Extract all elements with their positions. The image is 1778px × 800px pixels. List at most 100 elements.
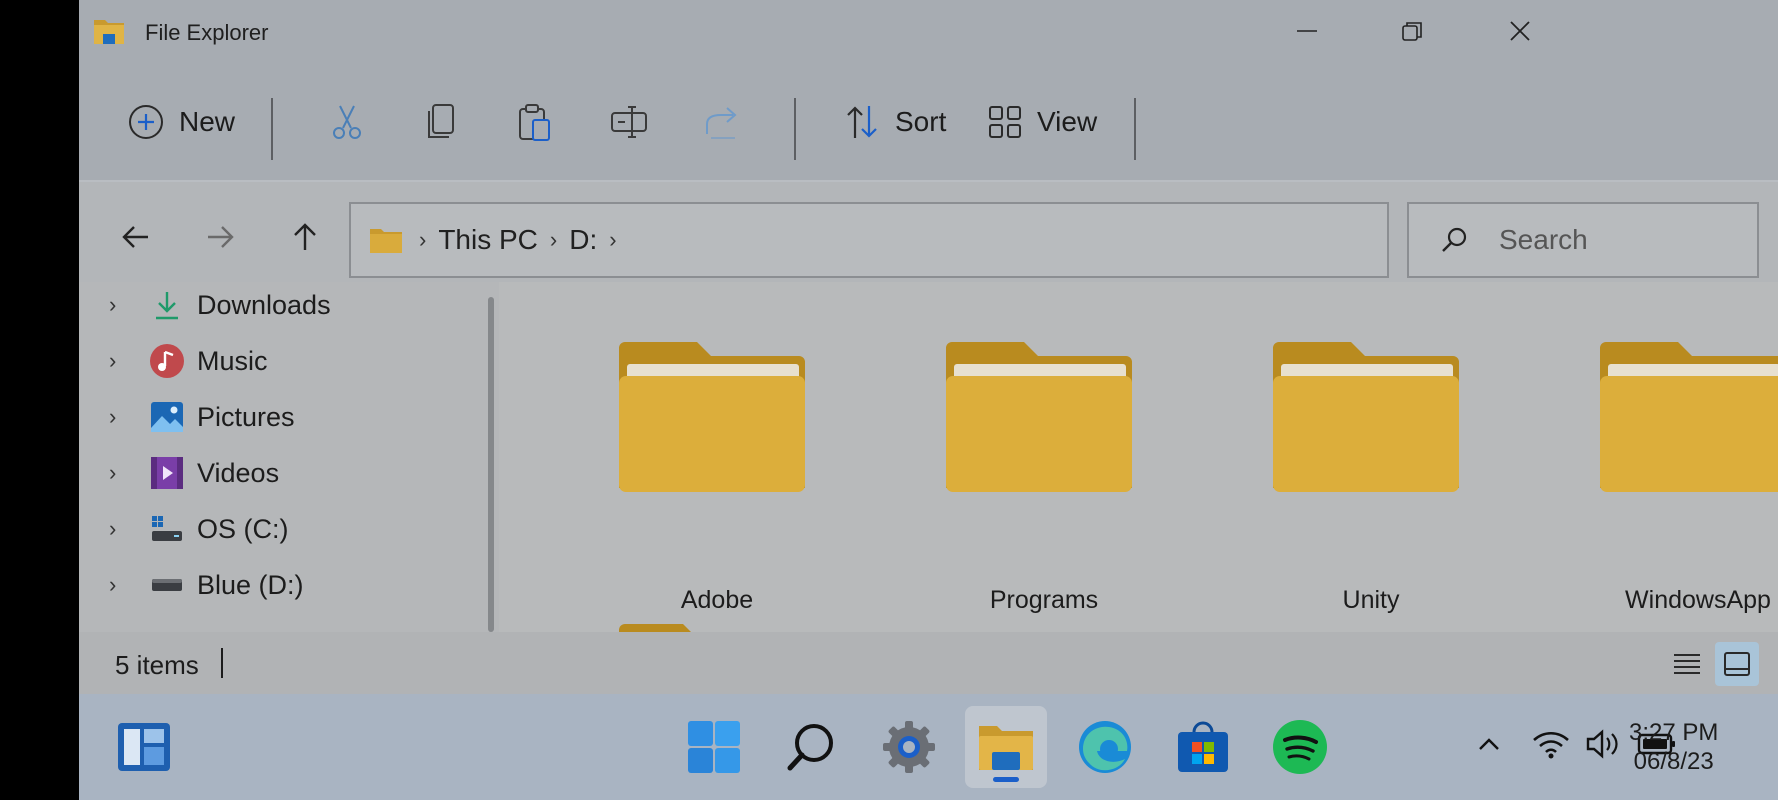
expand-chevron-icon[interactable]: ›	[109, 404, 133, 430]
address-bar[interactable]: › This PC › D: ›	[349, 202, 1389, 278]
copy-button[interactable]	[421, 90, 461, 154]
folder-name: Unity	[1342, 586, 1400, 614]
microsoft-store-button[interactable]	[1162, 706, 1244, 788]
search-placeholder: Search	[1499, 224, 1588, 255]
sidebar-item-label: Videos	[197, 457, 280, 488]
new-label: New	[179, 106, 236, 137]
breadcrumb-chevron-icon: ›	[549, 227, 558, 252]
close-icon	[1510, 21, 1530, 41]
folder-item-partial[interactable]	[617, 622, 817, 632]
title-bar[interactable]: File Explorer	[79, 0, 1778, 62]
folder-icon	[370, 229, 402, 253]
folder-icon	[1600, 342, 1778, 492]
sidebar-item-pictures[interactable]: › Pictures	[109, 394, 295, 440]
chevron-up-icon	[1479, 738, 1499, 750]
share-icon	[706, 107, 737, 139]
system-clock[interactable]: 3:27 PM 06/8/23	[1629, 718, 1718, 776]
view-label: View	[1037, 106, 1098, 137]
folder-item[interactable]: WindowsApp	[1598, 342, 1778, 614]
sidebar-item-label: Pictures	[197, 401, 295, 432]
window-title: File Explorer	[145, 20, 269, 45]
gear-icon	[883, 721, 935, 773]
view-button[interactable]: View	[987, 90, 1097, 154]
text-cursor	[221, 648, 223, 678]
new-button[interactable]: New	[127, 90, 235, 154]
clock-time: 3:27 PM	[1629, 719, 1719, 746]
windows-logo-icon	[688, 721, 740, 773]
sort-button[interactable]: Sort	[845, 90, 946, 154]
store-icon	[1178, 721, 1228, 772]
cut-button[interactable]	[327, 90, 367, 154]
rename-button[interactable]	[609, 90, 649, 154]
expand-chevron-icon[interactable]: ›	[109, 516, 133, 542]
command-bar: New Sort View	[79, 62, 1778, 182]
sidebar-scrollbar[interactable]	[488, 297, 494, 632]
sidebar-item-blue-d[interactable]: › Blue (D:)	[109, 562, 304, 608]
videos-icon	[149, 455, 185, 491]
sidebar-item-label: Downloads	[197, 289, 331, 320]
breadcrumb-this-pc[interactable]: This PC	[438, 224, 538, 256]
edge-button[interactable]	[1064, 706, 1146, 788]
expand-chevron-icon[interactable]: ›	[109, 572, 133, 598]
folder-item[interactable]: Adobe	[617, 342, 817, 614]
expand-chevron-icon[interactable]: ›	[109, 292, 133, 318]
share-button[interactable]	[703, 90, 743, 154]
copy-icon	[428, 104, 454, 138]
show-hidden-icons-button[interactable]	[1467, 722, 1511, 766]
toolbar-separator	[271, 98, 273, 160]
minimize-icon	[1297, 30, 1317, 32]
music-icon	[149, 343, 185, 379]
folder-name: Adobe	[680, 586, 754, 614]
start-button[interactable]	[673, 706, 755, 788]
arrow-up-icon	[294, 223, 316, 250]
folder-item[interactable]: Programs	[944, 342, 1144, 614]
file-explorer-icon	[979, 726, 1033, 770]
taskbar: 3:27 PM 06/8/23	[79, 694, 1778, 800]
search-box[interactable]: Search	[1407, 202, 1759, 278]
close-button[interactable]	[1490, 8, 1550, 54]
wifi-button[interactable]	[1529, 722, 1573, 766]
widgets-button[interactable]	[103, 706, 185, 788]
spotify-button[interactable]	[1259, 706, 1341, 788]
forward-button[interactable]	[199, 216, 241, 258]
breadcrumb-chevron-icon[interactable]: ›	[609, 227, 616, 253]
view-grid-icon	[989, 106, 1021, 138]
details-view-button[interactable]	[1665, 642, 1709, 686]
plus-circle-icon	[129, 105, 163, 139]
clock-date: 06/8/23	[1633, 748, 1714, 775]
sidebar-item-label: Music	[197, 345, 268, 376]
arrow-right-icon	[208, 226, 234, 248]
widgets-icon	[118, 723, 170, 771]
sort-label: Sort	[895, 106, 947, 137]
toolbar-separator	[794, 98, 796, 160]
breadcrumb-d-drive[interactable]: D:	[569, 224, 597, 256]
search-icon	[1442, 227, 1467, 252]
up-button[interactable]	[284, 216, 326, 258]
expand-chevron-icon[interactable]: ›	[109, 460, 133, 486]
restore-button[interactable]	[1382, 8, 1442, 54]
taskbar-search-button[interactable]	[771, 706, 853, 788]
arrow-left-icon	[122, 226, 148, 248]
paste-button[interactable]	[515, 90, 555, 154]
screen: File Explorer New Sort View › This PC › …	[0, 0, 1778, 800]
back-button[interactable]	[115, 216, 157, 258]
navigation-bar: › This PC › D: › Search	[79, 182, 1778, 282]
status-bar: 5 items	[79, 632, 1778, 694]
sidebar-item-music[interactable]: › Music	[109, 338, 268, 384]
sidebar-item-downloads[interactable]: › Downloads	[109, 282, 331, 328]
expand-chevron-icon[interactable]: ›	[109, 348, 133, 374]
file-explorer-window: File Explorer New Sort View › This PC › …	[79, 0, 1778, 800]
sidebar-item-videos[interactable]: › Videos	[109, 450, 279, 496]
os-drive-icon	[149, 511, 185, 547]
tiles-view-button[interactable]	[1715, 642, 1759, 686]
folder-icon	[946, 342, 1132, 492]
file-explorer-taskbar-button[interactable]	[965, 706, 1047, 788]
search-icon	[787, 724, 833, 771]
minimize-button[interactable]	[1277, 8, 1337, 54]
volume-button[interactable]	[1582, 722, 1626, 766]
folder-item[interactable]: Unity	[1271, 342, 1471, 614]
sidebar-item-os-c[interactable]: › OS (C:)	[109, 506, 289, 552]
paste-icon	[519, 104, 550, 141]
settings-button[interactable]	[868, 706, 950, 788]
file-list: Adobe Programs Unity WindowsApp	[499, 282, 1778, 632]
